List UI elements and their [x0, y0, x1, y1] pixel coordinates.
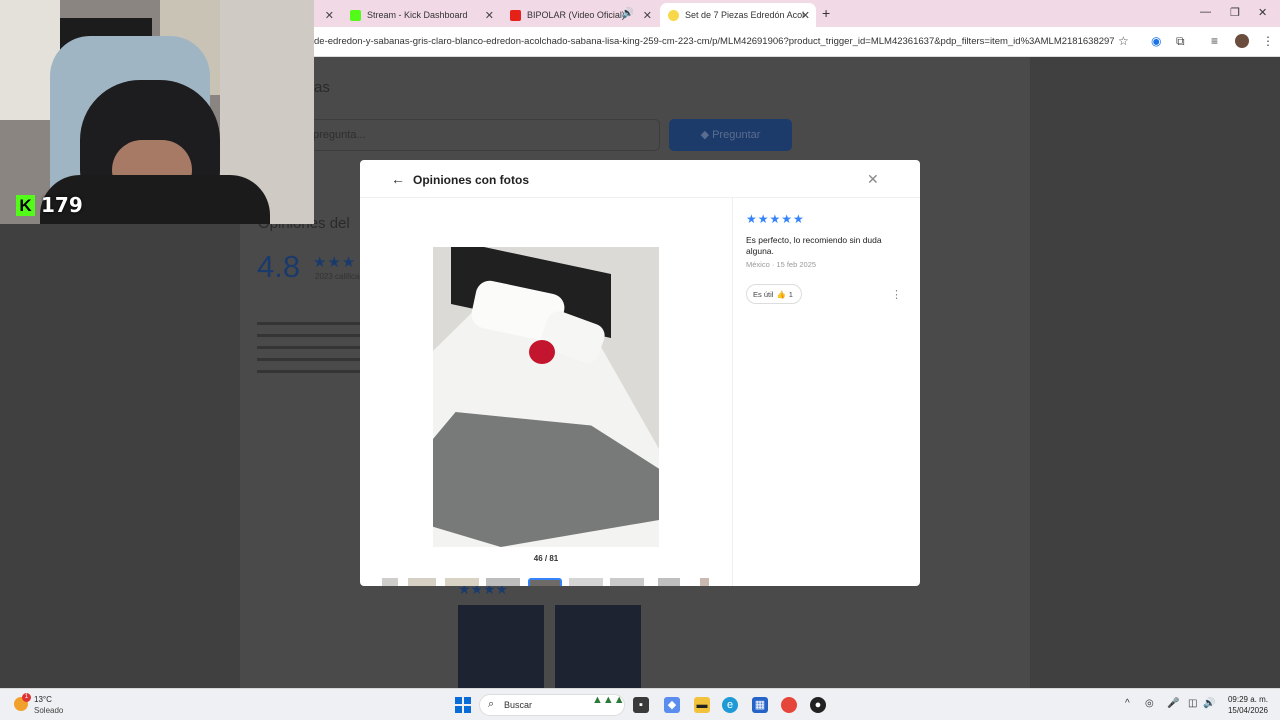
modal-divider	[732, 198, 733, 586]
search-highlight-trees-icon: ▲▲▲	[592, 694, 625, 706]
photo-plush	[529, 340, 555, 364]
tab-mercadolibre[interactable]: Set de 7 Piezas Edredón Acolch ✕	[660, 3, 816, 27]
thumbnail[interactable]	[486, 578, 520, 586]
weather-condition[interactable]: Soleado	[34, 706, 63, 715]
tray-network-app-icon[interactable]: ◎	[1145, 698, 1154, 709]
notification-badge: 1	[22, 693, 31, 702]
viewer-count: 179	[41, 193, 83, 217]
thumbnail-selected[interactable]	[528, 578, 562, 586]
tab-label: Stream - Kick Dashboard	[367, 10, 468, 20]
close-tab-icon[interactable]: ✕	[801, 9, 810, 22]
review-photo	[433, 247, 659, 547]
review-text: Es perfecto, lo recomiendo sin duda algu…	[746, 235, 882, 256]
speaker-icon[interactable]: 🔊	[622, 8, 634, 19]
viewer-counter: K 179	[16, 193, 83, 217]
rating-value: 4.8	[257, 249, 301, 284]
clock-date: 15/04/2026	[1227, 706, 1268, 715]
extensions-icon[interactable]: ⧉	[1176, 34, 1185, 49]
thumbnail[interactable]	[382, 578, 398, 586]
useful-button[interactable]: Es útil 👍 1	[746, 284, 802, 304]
maximize-icon[interactable]: ❐	[1230, 6, 1240, 19]
review-panel: ★★★★★ Es perfecto, lo recomiendo sin dud…	[746, 212, 906, 304]
rating-stars: ★★★	[313, 254, 357, 271]
taskbar-clock[interactable]: 09:29 a. m. 15/04/2026	[1224, 694, 1268, 716]
ms-store-icon[interactable]: ▦	[752, 697, 768, 713]
useful-label: Es útil	[753, 289, 774, 299]
ask-button[interactable]: ◆ Preguntar	[669, 119, 792, 151]
review-photo-thumb[interactable]	[555, 605, 641, 689]
search-label: Buscar	[504, 700, 533, 710]
tab-kick-dashboard[interactable]: Stream - Kick Dashboard ✕	[342, 3, 500, 27]
weather-temperature[interactable]: 13°C	[34, 695, 52, 704]
media-control-icon[interactable]: ≡	[1211, 34, 1218, 48]
thumbnail[interactable]	[658, 578, 680, 586]
url-field[interactable]: de-edredon-y-sabanas-gris-claro-blanco-e…	[314, 36, 1114, 47]
obs-icon[interactable]: ●	[810, 697, 826, 713]
rating-bar	[257, 358, 367, 361]
profile-avatar[interactable]	[1235, 34, 1249, 48]
menu-kebab-icon[interactable]: ⋮	[1262, 34, 1274, 48]
ask-button-label: Preguntar	[712, 129, 761, 141]
edge-browser-icon[interactable]: e	[722, 697, 738, 713]
thumbnail[interactable]	[445, 578, 479, 586]
review-photo-thumb[interactable]	[458, 605, 544, 689]
back-arrow-icon[interactable]: ←	[391, 171, 405, 187]
store-app-icon[interactable]: ◆	[664, 697, 680, 713]
photo-reviews-modal: ← Opiniones con fotos ✕ 46 / 81 ★★★★★ Es…	[360, 160, 920, 586]
close-tab-icon[interactable]: ✕	[485, 9, 494, 22]
windows-taskbar: 1 13°C Soleado ⌕ Buscar ▲▲▲ ▪ ◆ ▬ e ▦ ● …	[0, 688, 1280, 720]
kick-logo-icon: K	[16, 194, 35, 216]
mercadolibre-icon	[668, 9, 679, 21]
thumbs-up-icon: 👍	[776, 289, 786, 299]
tab-youtube[interactable]: BIPOLAR (Video Oficial) - P 🔊 ✕	[502, 3, 658, 27]
rating-bar	[257, 334, 367, 337]
thumbnail[interactable]	[569, 578, 603, 586]
chrome-icon[interactable]	[781, 697, 797, 713]
bookmark-star-icon[interactable]: ☆	[1118, 34, 1129, 48]
webcam-overlay: K 179	[0, 0, 314, 224]
photo-viewer: 46 / 81	[360, 198, 732, 586]
close-icon[interactable]: ✕	[867, 171, 879, 188]
photo-counter: 46 / 81	[533, 554, 559, 563]
cast-icon[interactable]: ◉	[1151, 34, 1161, 48]
tab-previous[interactable]: ✕	[318, 3, 340, 27]
thumbnail[interactable]	[408, 578, 436, 586]
tray-chevron-up-icon[interactable]: ^	[1125, 698, 1130, 709]
questions-section-title: as	[314, 79, 330, 96]
thumbnail[interactable]	[610, 578, 644, 586]
file-explorer-icon[interactable]: ▬	[694, 697, 710, 713]
clock-time: 09:29 a. m.	[1227, 695, 1268, 704]
question-input[interactable]: pregunta...	[300, 119, 660, 151]
close-tab-icon[interactable]: ✕	[325, 9, 334, 22]
volume-icon[interactable]: 🔊	[1203, 698, 1215, 709]
windows-start-icon[interactable]	[455, 697, 471, 713]
minimize-icon[interactable]: —	[1200, 6, 1211, 18]
modal-title: Opiniones con fotos	[413, 173, 529, 187]
kick-icon	[350, 9, 361, 21]
useful-count: 1	[788, 289, 793, 299]
rating-bar	[257, 370, 367, 373]
search-icon: ⌕	[488, 698, 495, 710]
task-view-icon[interactable]: ▪	[633, 697, 649, 713]
new-tab-icon[interactable]: +	[822, 5, 830, 21]
review-stars: ★★★★★	[746, 212, 805, 226]
close-tab-icon[interactable]: ✕	[643, 9, 652, 22]
tab-label: Set de 7 Piezas Edredón Acolch	[685, 10, 805, 20]
rating-bar	[257, 346, 367, 349]
thumbnail-strip	[382, 578, 712, 586]
tab-label: BIPOLAR (Video Oficial) - P	[527, 10, 627, 20]
more-options-icon[interactable]: ⋮	[891, 288, 902, 301]
youtube-icon	[510, 9, 521, 21]
wifi-icon[interactable]: ◫	[1188, 698, 1197, 709]
modal-header: ← Opiniones con fotos ✕	[360, 160, 920, 198]
microphone-icon[interactable]: 🎤	[1167, 698, 1179, 709]
thumbnail[interactable]	[700, 578, 709, 586]
review-meta: México · 15 feb 2025	[746, 260, 817, 269]
close-window-icon[interactable]: ✕	[1258, 6, 1267, 19]
rating-bar	[257, 322, 367, 325]
